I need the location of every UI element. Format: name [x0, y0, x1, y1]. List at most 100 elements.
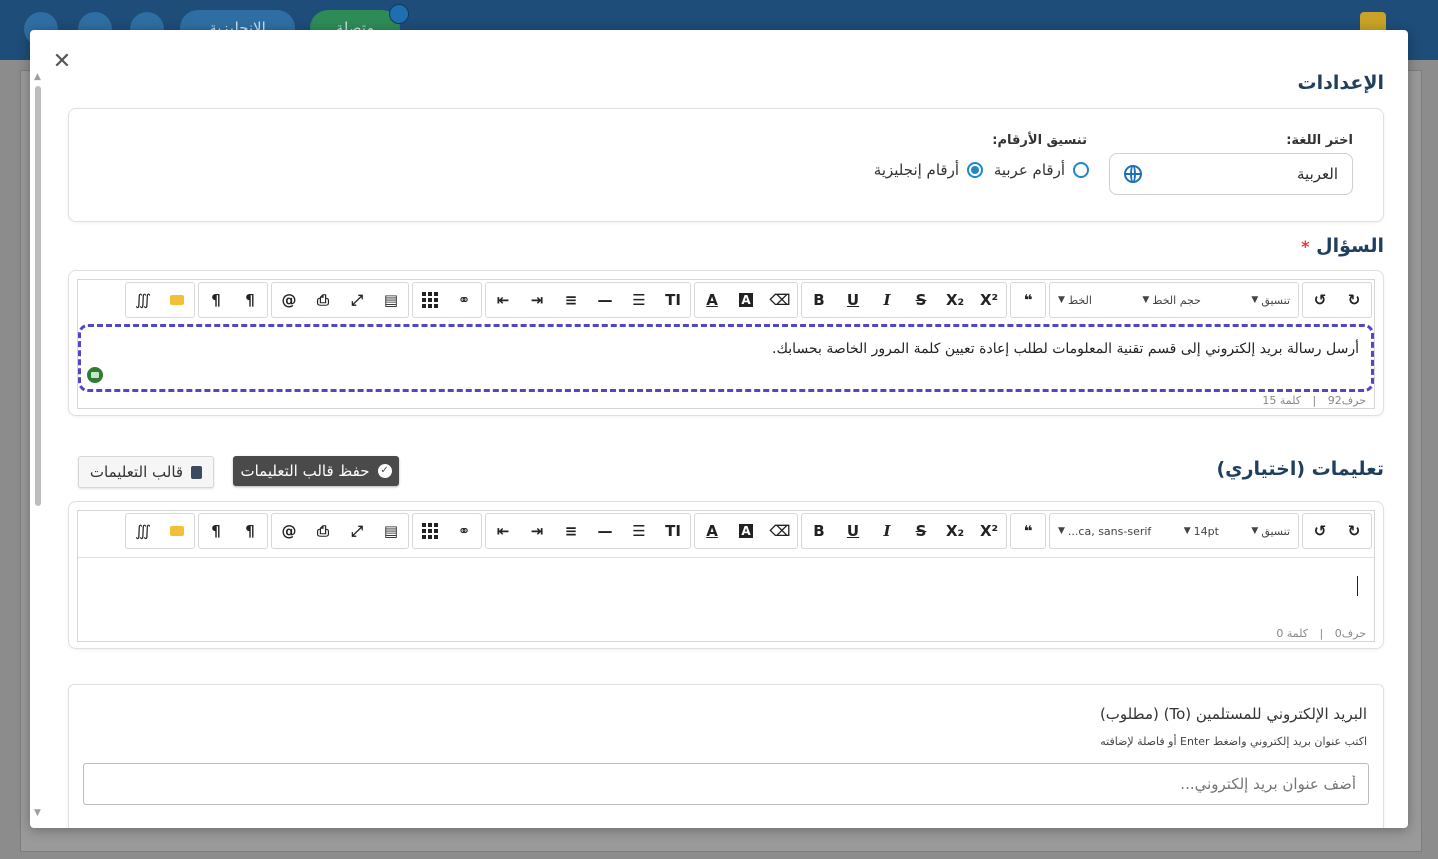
direction-group: ¶ ¶ [198, 282, 268, 318]
ltr-icon[interactable]: ¶ [233, 515, 267, 547]
text-color-icon[interactable]: A [695, 284, 729, 316]
scroll-up-arrow[interactable]: ▲ [34, 72, 41, 82]
rtl-icon[interactable]: ¶ [199, 515, 233, 547]
font-size-select-label: حجم الخط [1152, 293, 1201, 307]
chevron-down-icon: ▼ [1142, 295, 1150, 305]
bg-color-icon[interactable]: A [729, 515, 763, 547]
underline-icon[interactable]: U [836, 515, 870, 547]
instructions-title: تعليمات (اختياري) [1216, 458, 1384, 480]
indent-icon[interactable]: ⇥ [520, 284, 554, 316]
horizontal-rule-icon[interactable]: — [588, 515, 622, 547]
redo-icon[interactable]: ↻ [1337, 284, 1371, 316]
chevron-down-icon: ▼ [1251, 295, 1259, 305]
superscript-icon[interactable]: X² [972, 284, 1006, 316]
question-card: ↻ ↺ تنسيق ▼ حجم الخط ▼ الخط ▼ ❝ X² X₂ S I U [68, 270, 1384, 416]
table-icon[interactable] [413, 284, 447, 316]
superscript-icon[interactable]: X² [972, 515, 1006, 547]
font-size-select[interactable]: 14pt ▼ [1176, 515, 1227, 547]
special-chars-icon[interactable]: ∭ [126, 515, 160, 547]
italic-icon[interactable]: I [870, 515, 904, 547]
format-select[interactable]: تنسيق ▼ [1243, 284, 1298, 316]
font-size-select-label: 14pt [1193, 524, 1219, 538]
question-toolbar: ↻ ↺ تنسيق ▼ حجم الخط ▼ الخط ▼ ❝ X² X₂ S I U [78, 280, 1372, 320]
chevron-down-icon: ▼ [1183, 526, 1191, 536]
print-icon[interactable]: ⎙ [306, 284, 340, 316]
fullscreen-icon[interactable]: ⤢ [340, 515, 374, 547]
horizontal-rule-icon[interactable]: — [588, 284, 622, 316]
instructions-template-button[interactable]: قالب التعليمات [78, 456, 214, 488]
indent-icon[interactable]: ⇥ [520, 515, 554, 547]
folder-icon[interactable] [160, 515, 194, 547]
color-group: ⌫ A A [694, 282, 798, 318]
align-icon[interactable]: ≡ [554, 515, 588, 547]
tools-group: ▤ ⤢ ⎙ @ [271, 513, 409, 549]
ai-assistant-icon[interactable] [87, 367, 103, 383]
save-instructions-template-button[interactable]: ✓ حفظ قالب التعليمات [233, 456, 399, 486]
ordered-list-icon[interactable]: ☰ [622, 515, 656, 547]
mention-icon[interactable]: @ [272, 515, 306, 547]
ltr-icon[interactable]: ¶ [233, 284, 267, 316]
strikethrough-icon[interactable]: S [904, 515, 938, 547]
redo-icon[interactable]: ↻ [1337, 515, 1371, 547]
required-mark: * [1301, 237, 1310, 256]
blockquote-icon[interactable]: ❝ [1011, 284, 1045, 316]
outdent-icon[interactable]: ⇤ [486, 284, 520, 316]
align-icon[interactable]: ≡ [554, 284, 588, 316]
scrollbar-thumb[interactable] [35, 86, 41, 506]
format-select[interactable]: تنسيق ▼ [1243, 515, 1298, 547]
clear-format-icon[interactable]: ⌫ [763, 284, 797, 316]
font-select[interactable]: ...ca, sans-serif ▼ [1050, 515, 1159, 547]
bg-color-icon[interactable]: A [729, 284, 763, 316]
recipients-card: البريد الإلكتروني للمستلمين (To) (مطلوب)… [68, 684, 1384, 828]
question-content-area[interactable]: أرسل رسالة بريد إلكتروني إلى قسم تقنية ا… [78, 324, 1374, 392]
font-select[interactable]: الخط ▼ [1050, 284, 1100, 316]
language-select[interactable]: العربية [1109, 153, 1353, 195]
bold-icon[interactable]: B [802, 284, 836, 316]
special-chars-icon[interactable]: ∭ [126, 284, 160, 316]
radio-arabic-numbers-circle[interactable] [1073, 162, 1089, 178]
instructions-toolbar: ↻ ↺ تنسيق ▼ 14pt ▼ ...ca, sans-serif ▼ ❝ X²… [78, 511, 1372, 551]
direction-group: ¶ ¶ [198, 513, 268, 549]
format-select-label: تنسيق [1261, 524, 1290, 538]
blockquote-icon[interactable]: ❝ [1011, 515, 1045, 547]
paragraph-group: TI ☰ — ≡ ⇥ ⇤ [485, 513, 691, 549]
close-icon[interactable]: ✕ [50, 50, 74, 74]
rtl-icon[interactable]: ¶ [199, 284, 233, 316]
strikethrough-icon[interactable]: S [904, 284, 938, 316]
text-size-icon[interactable]: TI [656, 515, 690, 547]
text-size-icon[interactable]: TI [656, 284, 690, 316]
table-icon[interactable] [413, 515, 447, 547]
italic-icon[interactable]: I [870, 284, 904, 316]
word-count: كلمة 15 [1262, 394, 1301, 407]
link-icon[interactable]: ⚭ [447, 284, 481, 316]
scroll-down-arrow[interactable]: ▼ [34, 808, 41, 818]
instructions-content-area[interactable] [78, 557, 1374, 626]
underline-icon[interactable]: U [836, 284, 870, 316]
fullscreen-icon[interactable]: ⤢ [340, 284, 374, 316]
recipient-email-input[interactable] [83, 763, 1369, 805]
bold-icon[interactable]: B [802, 515, 836, 547]
text-color-icon[interactable]: A [695, 515, 729, 547]
folder-icon[interactable] [160, 284, 194, 316]
subscript-icon[interactable]: X₂ [938, 284, 972, 316]
text-style-group: X² X₂ S I U B [801, 513, 1007, 549]
template-icon[interactable]: ▤ [374, 284, 408, 316]
radio-english-numbers-circle[interactable] [967, 162, 983, 178]
outdent-icon[interactable]: ⇤ [486, 515, 520, 547]
radio-arabic-numbers[interactable]: أرقام عربية [994, 161, 1089, 179]
undo-icon[interactable]: ↺ [1303, 284, 1337, 316]
extras-group: ∭ [125, 282, 195, 318]
clear-format-icon[interactable]: ⌫ [763, 515, 797, 547]
print-icon[interactable]: ⎙ [306, 515, 340, 547]
link-icon[interactable]: ⚭ [447, 515, 481, 547]
language-value: العربية [1297, 165, 1338, 183]
subscript-icon[interactable]: X₂ [938, 515, 972, 547]
mention-icon[interactable]: @ [272, 284, 306, 316]
radio-english-numbers[interactable]: أرقام إنجليزية [874, 161, 983, 179]
template-icon[interactable]: ▤ [374, 515, 408, 547]
color-group: ⌫ A A [694, 513, 798, 549]
font-size-select[interactable]: حجم الخط ▼ [1134, 284, 1209, 316]
undo-icon[interactable]: ↺ [1303, 515, 1337, 547]
status-dot [389, 4, 409, 24]
ordered-list-icon[interactable]: ☰ [622, 284, 656, 316]
